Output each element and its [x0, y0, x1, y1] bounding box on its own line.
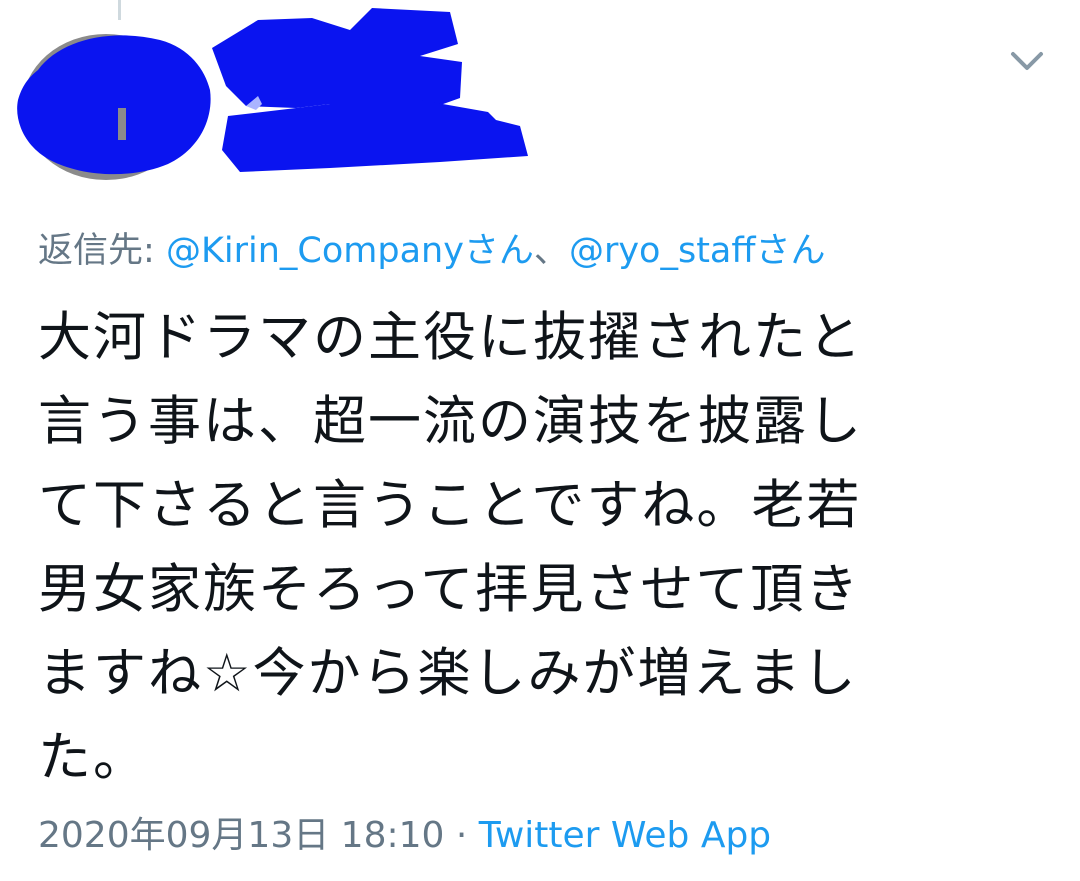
- mention-link[interactable]: @Kirin_Companyさん: [166, 231, 534, 271]
- chevron-down-icon[interactable]: [1005, 46, 1049, 76]
- reply-to-prefix: 返信先:: [38, 231, 155, 271]
- mention-link[interactable]: @ryo_staffさん: [569, 231, 826, 271]
- reply-to-line: 返信先: @Kirin_Companyさん、@ryo_staffさん: [38, 222, 825, 273]
- timestamp[interactable]: 2020年09月13日 18:10: [38, 815, 444, 856]
- tweet-meta: 2020年09月13日 18:10 · Twitter Web App: [38, 806, 771, 858]
- source-link[interactable]: Twitter Web App: [479, 815, 771, 856]
- tweet: 返信先: @Kirin_Companyさん、@ryo_staffさん 大河ドラマ…: [0, 0, 1080, 881]
- tweet-text: 大河ドラマの主役に抜擢されたと 言う事は、超一流の演技を披露し て下さると言うこ…: [38, 307, 863, 788]
- redaction-scribble: [17, 8, 528, 175]
- meta-separator: ·: [455, 815, 468, 856]
- mention-separator: 、: [533, 231, 569, 271]
